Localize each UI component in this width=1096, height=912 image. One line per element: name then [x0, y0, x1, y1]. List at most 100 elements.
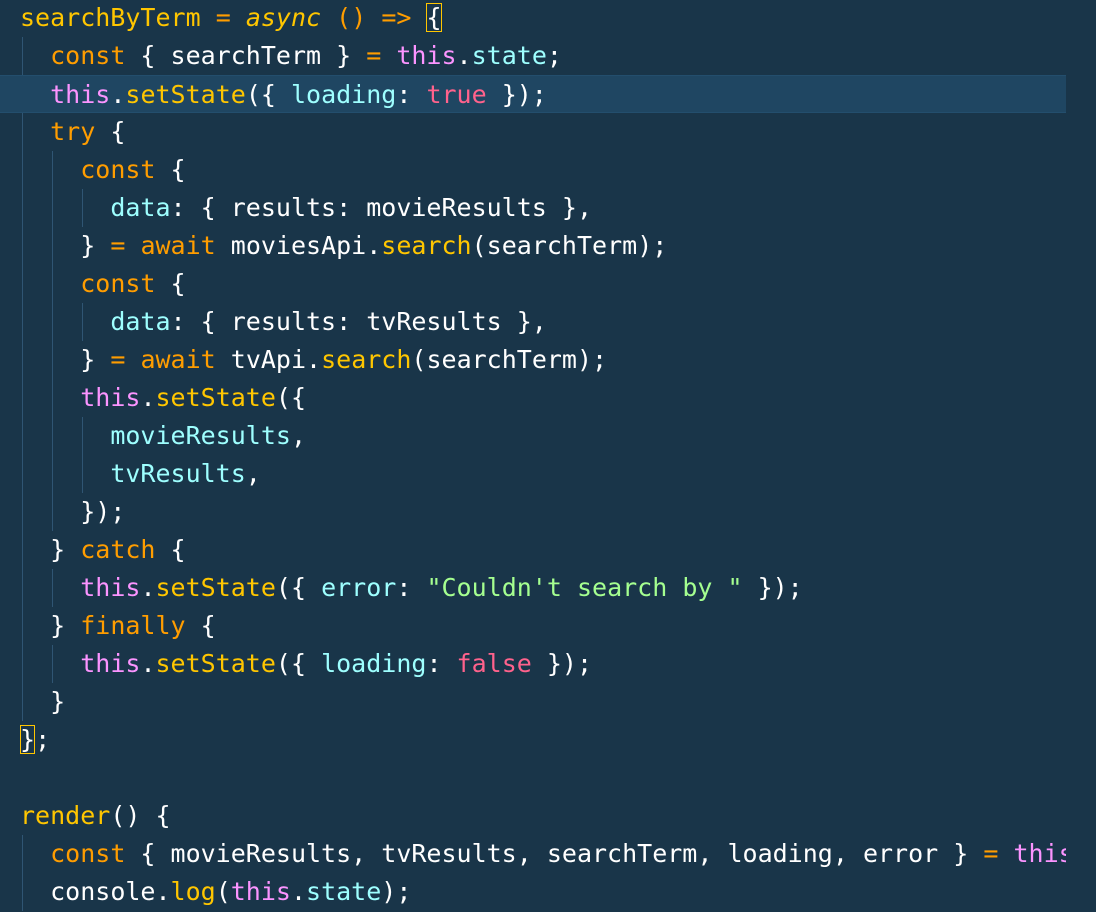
- code-token: true: [426, 80, 487, 109]
- code-token: movieResults: [366, 193, 547, 222]
- code-token: :: [336, 193, 367, 222]
- code-token: const: [80, 269, 156, 298]
- code-token: loading: [321, 649, 427, 678]
- code-line[interactable]: try {: [0, 113, 1066, 151]
- code-token: tvResults: [366, 307, 502, 336]
- code-token: searchTerm: [546, 839, 698, 868]
- code-token: this: [1013, 839, 1066, 868]
- code-line[interactable]: const { searchTerm } = this.state;: [0, 37, 1066, 75]
- code-token: (): [336, 3, 367, 32]
- code-line[interactable]: } catch {: [0, 531, 1066, 569]
- code-token: {: [185, 611, 216, 640]
- code-line[interactable]: };: [0, 721, 1066, 759]
- code-token: .: [306, 345, 322, 374]
- code-line[interactable]: render() {: [0, 797, 1066, 835]
- code-token: const: [80, 155, 156, 184]
- code-token: =>: [381, 3, 412, 32]
- code-token: false: [456, 649, 532, 678]
- code-token: :: [426, 649, 457, 678]
- code-token: .: [290, 877, 307, 906]
- scrollbar-track[interactable]: [1066, 0, 1096, 912]
- code-token: setState: [125, 80, 246, 109]
- code-token: setState: [155, 573, 276, 602]
- code-token: const: [50, 41, 126, 70]
- code-token: (: [471, 231, 487, 260]
- code-token: .: [456, 41, 472, 70]
- code-token: error: [321, 573, 397, 602]
- code-token: await: [140, 231, 216, 260]
- code-token: log: [170, 877, 216, 906]
- code-token: setState: [155, 383, 276, 412]
- code-line[interactable]: [0, 759, 1066, 797]
- code-line[interactable]: console.log(this.state);: [0, 873, 1066, 911]
- code-token: }: [20, 535, 81, 564]
- code-line[interactable]: const { movieResults, tvResults, searchT…: [0, 835, 1066, 873]
- code-token: ;: [35, 725, 51, 754]
- code-token: ({: [275, 649, 322, 678]
- code-token: ({: [245, 80, 291, 109]
- code-line[interactable]: this.setState({: [0, 379, 1066, 417]
- code-token: =: [983, 839, 999, 868]
- code-line[interactable]: } finally {: [0, 607, 1066, 645]
- code-line[interactable]: const {: [0, 265, 1066, 303]
- code-token: searchTerm: [170, 41, 322, 70]
- code-line[interactable]: } = await moviesApi.search(searchTerm);: [0, 227, 1066, 265]
- code-token: loading: [290, 80, 397, 109]
- code-line[interactable]: movieResults,: [0, 417, 1066, 455]
- code-token: );: [576, 345, 608, 374]
- code-token: :: [396, 80, 427, 109]
- code-line[interactable]: this.setState({ error: "Couldn't search …: [0, 569, 1066, 607]
- code-token: this: [396, 41, 457, 70]
- code-token: }: [321, 41, 367, 70]
- code-token: search: [321, 345, 412, 374]
- code-line[interactable]: this.setState({ loading: true });: [0, 75, 1066, 113]
- code-token: ,: [832, 839, 863, 868]
- code-token: searchTerm: [486, 231, 638, 260]
- code-token: ({: [275, 383, 307, 412]
- code-token: :: [336, 307, 367, 336]
- code-token: {: [125, 41, 171, 70]
- code-token: =: [366, 41, 382, 70]
- code-token: const: [50, 839, 126, 868]
- code-token: async: [245, 3, 322, 32]
- code-line[interactable]: this.setState({ loading: false });: [0, 645, 1066, 683]
- code-token: this: [80, 649, 141, 678]
- code-line[interactable]: data: { results: movieResults },: [0, 189, 1066, 227]
- code-token: {: [125, 839, 171, 868]
- code-token: .: [140, 649, 156, 678]
- code-line[interactable]: tvResults,: [0, 455, 1066, 493]
- code-token: =: [110, 231, 126, 260]
- code-token: );: [381, 877, 412, 906]
- code-token: search: [381, 231, 472, 260]
- code-token: {: [155, 535, 186, 564]
- code-line[interactable]: const {: [0, 151, 1066, 189]
- code-editor[interactable]: searchByTerm = async () => { const { sea…: [0, 0, 1096, 912]
- code-line[interactable]: });: [0, 493, 1066, 531]
- code-token: ,: [516, 839, 547, 868]
- code-line[interactable]: }: [0, 683, 1066, 721]
- code-token: error: [862, 839, 939, 868]
- code-line[interactable]: data: { results: tvResults },: [0, 303, 1066, 341]
- code-token: ,: [290, 421, 306, 450]
- code-token: render: [20, 801, 111, 830]
- code-line[interactable]: } = await tvApi.search(searchTerm);: [0, 341, 1066, 379]
- code-token: }: [20, 687, 66, 716]
- code-line[interactable]: searchByTerm = async () => {: [0, 0, 1066, 37]
